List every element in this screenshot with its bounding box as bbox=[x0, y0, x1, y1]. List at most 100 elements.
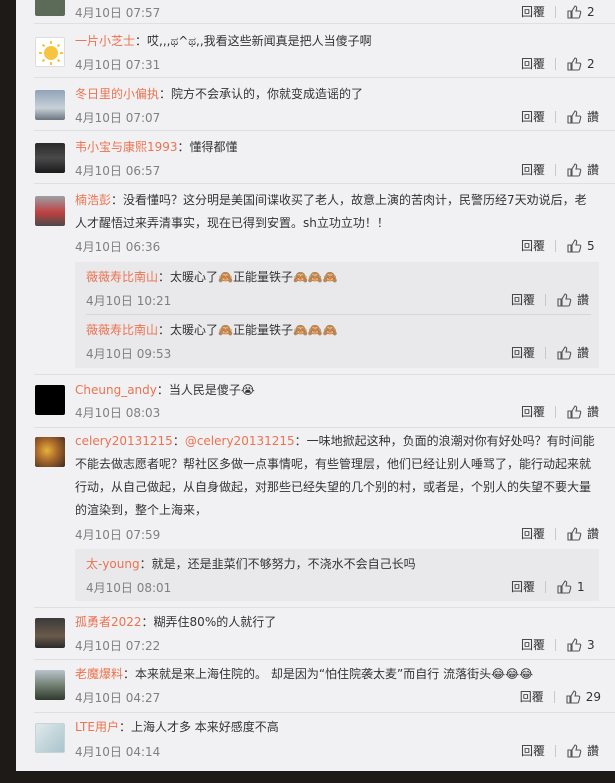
username-link[interactable]: LTE用户 bbox=[75, 720, 119, 734]
username-link[interactable]: 太-young bbox=[86, 557, 140, 571]
comment-body: LTE用户：上海人才多 本来好感度不高 bbox=[75, 716, 595, 739]
reply-button[interactable]: 回覆 bbox=[511, 578, 535, 595]
like-count[interactable]: 讚 bbox=[587, 742, 601, 759]
comment-list-panel[interactable]: 4月10日 07:57 回覆 2 一片小芝士：哎,,,ಥ^ಥ,,我看这些新闻真是… bbox=[16, 0, 615, 771]
avatar[interactable] bbox=[35, 618, 65, 648]
reply-time: 4月10日 08:01 bbox=[86, 581, 172, 595]
avatar[interactable] bbox=[35, 385, 65, 415]
comment-text: ：院方不会承认的，你就变成造谣的了 bbox=[159, 87, 364, 101]
thumbs-up-icon[interactable] bbox=[566, 56, 582, 72]
divider bbox=[555, 5, 556, 18]
divider bbox=[545, 293, 546, 306]
username-link[interactable]: 冬日里的小偏执 bbox=[75, 87, 159, 101]
thumbs-up-icon[interactable] bbox=[566, 743, 582, 759]
comment-time: 4月10日 07:59 bbox=[75, 528, 161, 542]
comment-actions: 回覆 5 bbox=[521, 237, 601, 254]
reply-body: 薇薇寿比南山：太暖心了🙈正能量铁子🙈🙈🙈 bbox=[86, 319, 586, 342]
like-count[interactable]: 讚 bbox=[587, 525, 601, 542]
reply-button[interactable]: 回覆 bbox=[521, 55, 545, 72]
thumbs-up-icon[interactable] bbox=[556, 579, 572, 595]
like-count[interactable]: 讚 bbox=[577, 344, 591, 361]
thumbs-up-icon[interactable] bbox=[566, 526, 582, 542]
thumbs-up-icon[interactable] bbox=[566, 4, 582, 20]
avatar[interactable] bbox=[35, 437, 65, 467]
like-count[interactable]: 2 bbox=[587, 5, 601, 19]
thumbs-up-icon[interactable] bbox=[556, 292, 572, 308]
comment-time: 4月10日 04:14 bbox=[75, 745, 161, 759]
like-count[interactable]: 讚 bbox=[587, 403, 601, 420]
reply-button[interactable]: 回覆 bbox=[521, 237, 545, 254]
username-link[interactable]: 孤勇者2022 bbox=[75, 615, 142, 629]
like-count[interactable]: 5 bbox=[587, 239, 601, 253]
like-count[interactable]: 2 bbox=[587, 57, 601, 71]
comment-text: ：懂得都懂 bbox=[177, 140, 238, 154]
divider bbox=[555, 163, 556, 176]
comment-text: ：没看懂吗？这分明是美国间谍收买了老人，故意上演的苦肉计，民警历经7天劝说后，老… bbox=[75, 193, 587, 230]
username-link[interactable]: celery20131215 bbox=[75, 434, 173, 448]
thumbs-up-icon[interactable] bbox=[566, 238, 582, 254]
divider bbox=[545, 580, 546, 593]
thumbs-up-icon[interactable] bbox=[566, 109, 582, 125]
reply-item: 薇薇寿比南山：太暖心了🙈正能量铁子🙈🙈🙈 4月10日 09:53 回覆 讚 bbox=[75, 315, 599, 368]
avatar[interactable] bbox=[35, 196, 65, 226]
comment-item: Cheung_andy：当人民是傻子😭 4月10日 08:03 回覆 讚 bbox=[16, 375, 615, 428]
like-count[interactable]: 29 bbox=[586, 690, 601, 704]
reply-body: 薇薇寿比南山：太暖心了🙈正能量铁子🙈🙈🙈 bbox=[86, 266, 586, 289]
reply-button[interactable]: 回覆 bbox=[521, 161, 545, 178]
reply-button[interactable]: 回覆 bbox=[521, 403, 545, 420]
reply-button[interactable]: 回覆 bbox=[521, 108, 545, 125]
divider bbox=[555, 57, 556, 70]
comment-item: 韦小宝与康熙1993：懂得都懂 4月10日 06:57 回覆 讚 bbox=[16, 131, 615, 184]
like-count[interactable]: 3 bbox=[587, 638, 601, 652]
avatar[interactable] bbox=[35, 143, 65, 173]
thumbs-up-icon[interactable] bbox=[556, 345, 572, 361]
thumbs-up-icon[interactable] bbox=[566, 637, 582, 653]
comment-time: 4月10日 07:22 bbox=[75, 639, 161, 653]
username-link[interactable]: 薇薇寿比南山 bbox=[86, 270, 158, 284]
reply-button[interactable]: 回覆 bbox=[521, 3, 545, 20]
reply-body: 太-young：就是，还是韭菜们不够努力，不浇水不会自己长吗 bbox=[86, 553, 586, 576]
comment-body: Cheung_andy：当人民是傻子😭 bbox=[75, 379, 595, 402]
avatar[interactable] bbox=[35, 723, 65, 753]
like-count[interactable]: 讚 bbox=[587, 108, 601, 125]
reply-button[interactable]: 回覆 bbox=[521, 742, 545, 759]
reply-button[interactable]: 回覆 bbox=[511, 344, 535, 361]
thumbs-up-icon[interactable] bbox=[566, 404, 582, 420]
bottom-dark-margin bbox=[0, 771, 615, 783]
like-count[interactable]: 讚 bbox=[577, 291, 591, 308]
divider bbox=[555, 638, 556, 651]
comment-text: ：糊弄住80%的人就行了 bbox=[141, 615, 277, 629]
username-link[interactable]: 楠浩彭 bbox=[75, 193, 111, 207]
username-link[interactable]: Cheung_andy bbox=[75, 383, 157, 397]
avatar[interactable] bbox=[35, 0, 65, 16]
username-link[interactable]: 韦小宝与康熙1993 bbox=[75, 140, 178, 154]
thumbs-up-icon[interactable] bbox=[565, 689, 581, 705]
comment-time: 4月10日 07:57 bbox=[75, 6, 161, 20]
username-link[interactable]: 老魔爆料 bbox=[75, 667, 123, 681]
divider bbox=[555, 239, 556, 252]
reply-button[interactable]: 回覆 bbox=[521, 636, 545, 653]
comment-time: 4月10日 06:57 bbox=[75, 164, 161, 178]
like-count[interactable]: 1 bbox=[577, 580, 591, 594]
username-link[interactable]: 一片小芝士 bbox=[75, 34, 135, 48]
reply-button[interactable]: 回覆 bbox=[521, 525, 545, 542]
comment-actions: 回覆 讚 bbox=[521, 403, 601, 420]
like-count[interactable]: 讚 bbox=[587, 161, 601, 178]
comment-text: ：当人民是傻子😭 bbox=[156, 383, 255, 397]
comment-actions: 回覆 2 bbox=[521, 3, 601, 20]
username-link[interactable]: 薇薇寿比南山 bbox=[86, 323, 158, 337]
reply-button[interactable]: 回覆 bbox=[520, 688, 544, 705]
comment-body: 韦小宝与康熙1993：懂得都懂 bbox=[75, 136, 595, 159]
divider bbox=[555, 110, 556, 123]
comment-text: ：上海人才多 本来好感度不高 bbox=[118, 720, 279, 734]
comment-body: 老魔爆料：本来就是来上海住院的。 却是因为“怕住院袭太麦”而自行 流落街头😂😂😂 bbox=[75, 663, 595, 686]
avatar[interactable] bbox=[35, 670, 65, 700]
avatar[interactable] bbox=[35, 37, 65, 67]
avatar[interactable] bbox=[35, 90, 65, 120]
thumbs-up-icon[interactable] bbox=[566, 162, 582, 178]
sun-avatar-icon bbox=[39, 41, 63, 65]
reply-button[interactable]: 回覆 bbox=[511, 291, 535, 308]
mention-link[interactable]: @celery20131215 bbox=[185, 434, 295, 448]
comment-time: 4月10日 04:27 bbox=[75, 691, 161, 705]
divider bbox=[545, 346, 546, 359]
